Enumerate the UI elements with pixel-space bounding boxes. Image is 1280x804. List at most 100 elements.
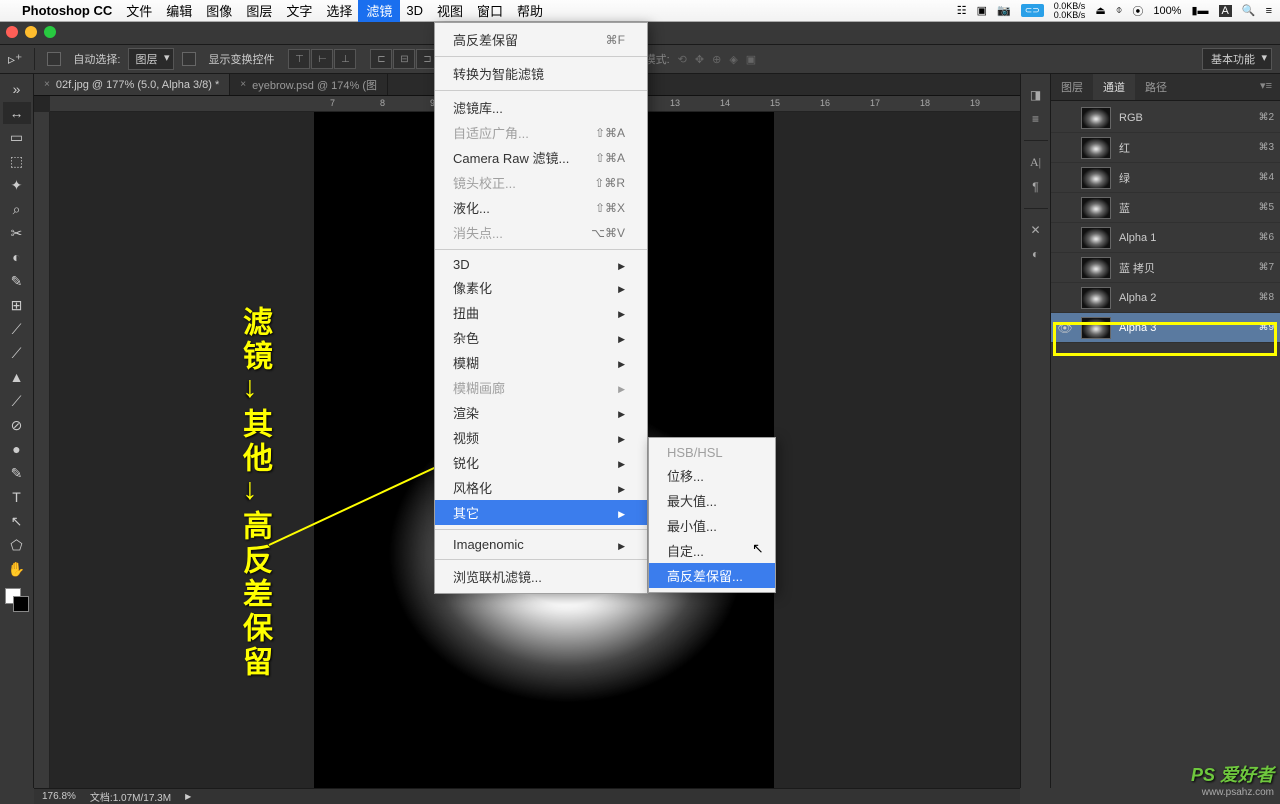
tab-layers[interactable]: 图层 <box>1051 74 1093 100</box>
camera-icon[interactable]: 📷 <box>997 4 1011 17</box>
channel-row[interactable]: 绿⌘4 <box>1051 163 1280 193</box>
tab-paths[interactable]: 路径 <box>1135 74 1177 100</box>
type-tool[interactable]: ✎ <box>3 462 31 484</box>
channel-row[interactable]: Alpha 2⌘8 <box>1051 283 1280 313</box>
menu-item[interactable]: 滤镜库... <box>435 95 647 120</box>
menu-item[interactable]: 最小值... <box>649 513 775 538</box>
align-top-icon[interactable]: ⊤ <box>288 49 310 69</box>
menu-select[interactable]: 选择 <box>326 1 352 20</box>
background-color[interactable] <box>13 596 29 612</box>
menu-item[interactable]: 液化...⇧⌘X <box>435 195 647 220</box>
eraser-tool[interactable]: ⟋ <box>3 342 31 364</box>
workspace-preset[interactable]: 基本功能 <box>1202 48 1272 70</box>
stamp-tool[interactable]: ⊞ <box>3 294 31 316</box>
show-transform-checkbox[interactable] <box>182 52 196 66</box>
status-menu-icon[interactable]: ▶ <box>185 792 191 801</box>
align-vcenter-icon[interactable]: ⊢ <box>311 49 333 69</box>
channel-row[interactable]: Alpha 1⌘6 <box>1051 223 1280 253</box>
visibility-icon[interactable]: 👁 <box>1057 321 1073 335</box>
history-brush-tool[interactable]: ⟋ <box>3 318 31 340</box>
camera-3d-icon[interactable]: ▣ <box>746 53 756 66</box>
menu-3d[interactable]: 3D <box>406 3 423 18</box>
channel-row[interactable]: RGB⌘2 <box>1051 103 1280 133</box>
character-panel-icon[interactable]: A| <box>1030 155 1041 170</box>
menu-item[interactable]: 模糊 <box>435 350 647 375</box>
eyedropper-tool[interactable]: ✂ <box>3 222 31 244</box>
wand-tool[interactable]: ✦ <box>3 174 31 196</box>
marquee-tool[interactable]: ▭ <box>3 126 31 148</box>
color-swatch[interactable] <box>5 588 29 612</box>
history-panel-icon[interactable]: ◨ <box>1030 88 1041 102</box>
hand-tool[interactable]: ⬠ <box>3 534 31 556</box>
menu-view[interactable]: 视图 <box>437 1 463 20</box>
menu-item[interactable]: 风格化 <box>435 475 647 500</box>
menu-window[interactable]: 窗口 <box>477 1 503 20</box>
menu-item[interactable]: Imagenomic <box>435 534 647 555</box>
channel-row[interactable]: 红⌘3 <box>1051 133 1280 163</box>
pan-icon[interactable]: ✥ <box>695 53 704 66</box>
gradient-tool[interactable]: ▲ <box>3 366 31 388</box>
menu-item[interactable]: 其它 <box>435 500 647 525</box>
slide-icon[interactable]: ◈ <box>729 53 737 66</box>
styles-panel-icon[interactable]: ◐ <box>1032 247 1039 261</box>
menu-edit[interactable]: 编辑 <box>166 1 192 20</box>
menu-file[interactable]: 文件 <box>126 1 152 20</box>
menu-item[interactable]: 扭曲 <box>435 300 647 325</box>
menu-item[interactable]: 最大值... <box>649 488 775 513</box>
spotlight-icon[interactable]: 🔍 <box>1242 4 1256 17</box>
move-tool[interactable]: ↔ <box>3 102 31 124</box>
menu-item[interactable]: 像素化 <box>435 275 647 300</box>
zoom-value[interactable]: 176.8% <box>42 791 76 802</box>
menu-item[interactable]: 渲染 <box>435 400 647 425</box>
eject-icon[interactable]: ⏏ <box>1095 4 1105 17</box>
paragraph-panel-icon[interactable]: ¶ <box>1032 180 1038 194</box>
zoom-tool[interactable]: ✋ <box>3 558 31 580</box>
cloud-icon[interactable]: ⊂⊃ <box>1021 4 1044 17</box>
menu-layer[interactable]: 图层 <box>246 1 272 20</box>
doc-tab-2[interactable]: ×eyebrow.psd @ 174% (图 <box>230 74 388 95</box>
notif-icon[interactable]: ☷ <box>957 4 967 17</box>
channel-row[interactable]: 蓝 拷贝⌘7 <box>1051 253 1280 283</box>
shape-tool[interactable]: ↖ <box>3 510 31 532</box>
dolly-icon[interactable]: ⊕ <box>712 53 721 66</box>
path-tool[interactable]: T <box>3 486 31 508</box>
panel-menu-icon[interactable]: ▾≡ <box>1252 74 1280 100</box>
align-left-icon[interactable]: ⊏ <box>370 49 392 69</box>
doc-size[interactable]: 文档:1.07M/17.3M <box>90 789 171 804</box>
properties-panel-icon[interactable]: ≡ <box>1032 112 1039 126</box>
crop-tool[interactable]: ⌕ <box>3 198 31 220</box>
bluetooth-icon[interactable]: ⌽ <box>1116 4 1123 17</box>
tab-channels[interactable]: 通道 <box>1093 74 1135 100</box>
menu-filter[interactable]: 滤镜 <box>358 0 400 22</box>
adjustments-panel-icon[interactable]: ✕ <box>1030 223 1040 237</box>
video-icon[interactable]: ▣ <box>977 4 987 17</box>
menu-item[interactable]: 浏览联机滤镜... <box>435 564 647 589</box>
channel-row[interactable]: 蓝⌘5 <box>1051 193 1280 223</box>
menu-item[interactable]: 高反差保留... <box>649 563 775 588</box>
menu-help[interactable]: 帮助 <box>517 1 543 20</box>
menu-item[interactable]: 位移... <box>649 463 775 488</box>
align-hcenter-icon[interactable]: ⊟ <box>393 49 415 69</box>
input-icon[interactable]: A <box>1219 5 1232 17</box>
menu-image[interactable]: 图像 <box>206 1 232 20</box>
heal-tool[interactable]: ◐ <box>3 246 31 268</box>
brush-tool[interactable]: ✎ <box>3 270 31 292</box>
orbit-icon[interactable]: ⟲ <box>678 53 687 66</box>
lasso-tool[interactable]: ⬚ <box>3 150 31 172</box>
auto-select-dropdown[interactable]: 图层 <box>128 48 174 70</box>
align-bottom-icon[interactable]: ⊥ <box>334 49 356 69</box>
hamburger-icon[interactable]: ≡ <box>1266 5 1272 17</box>
menu-item[interactable]: 锐化 <box>435 450 647 475</box>
menu-item[interactable]: 转换为智能滤镜 <box>435 61 647 86</box>
menu-item[interactable]: 高反差保留⌘F <box>435 27 647 52</box>
wifi-icon[interactable]: ⦿ <box>1132 3 1143 19</box>
tab-toggle-icon[interactable]: » <box>3 78 31 100</box>
close-tab-icon[interactable]: × <box>240 79 246 90</box>
menu-item[interactable]: 3D <box>435 254 647 275</box>
battery-icon[interactable]: ▮▬ <box>1191 4 1208 17</box>
close-tab-icon[interactable]: × <box>44 79 50 90</box>
blur-tool[interactable]: ⟋ <box>3 390 31 412</box>
menu-item[interactable]: Camera Raw 滤镜...⇧⌘A <box>435 145 647 170</box>
pen-tool[interactable]: ● <box>3 438 31 460</box>
doc-tab-1[interactable]: ×02f.jpg @ 177% (5.0, Alpha 3/8) * <box>34 74 230 95</box>
